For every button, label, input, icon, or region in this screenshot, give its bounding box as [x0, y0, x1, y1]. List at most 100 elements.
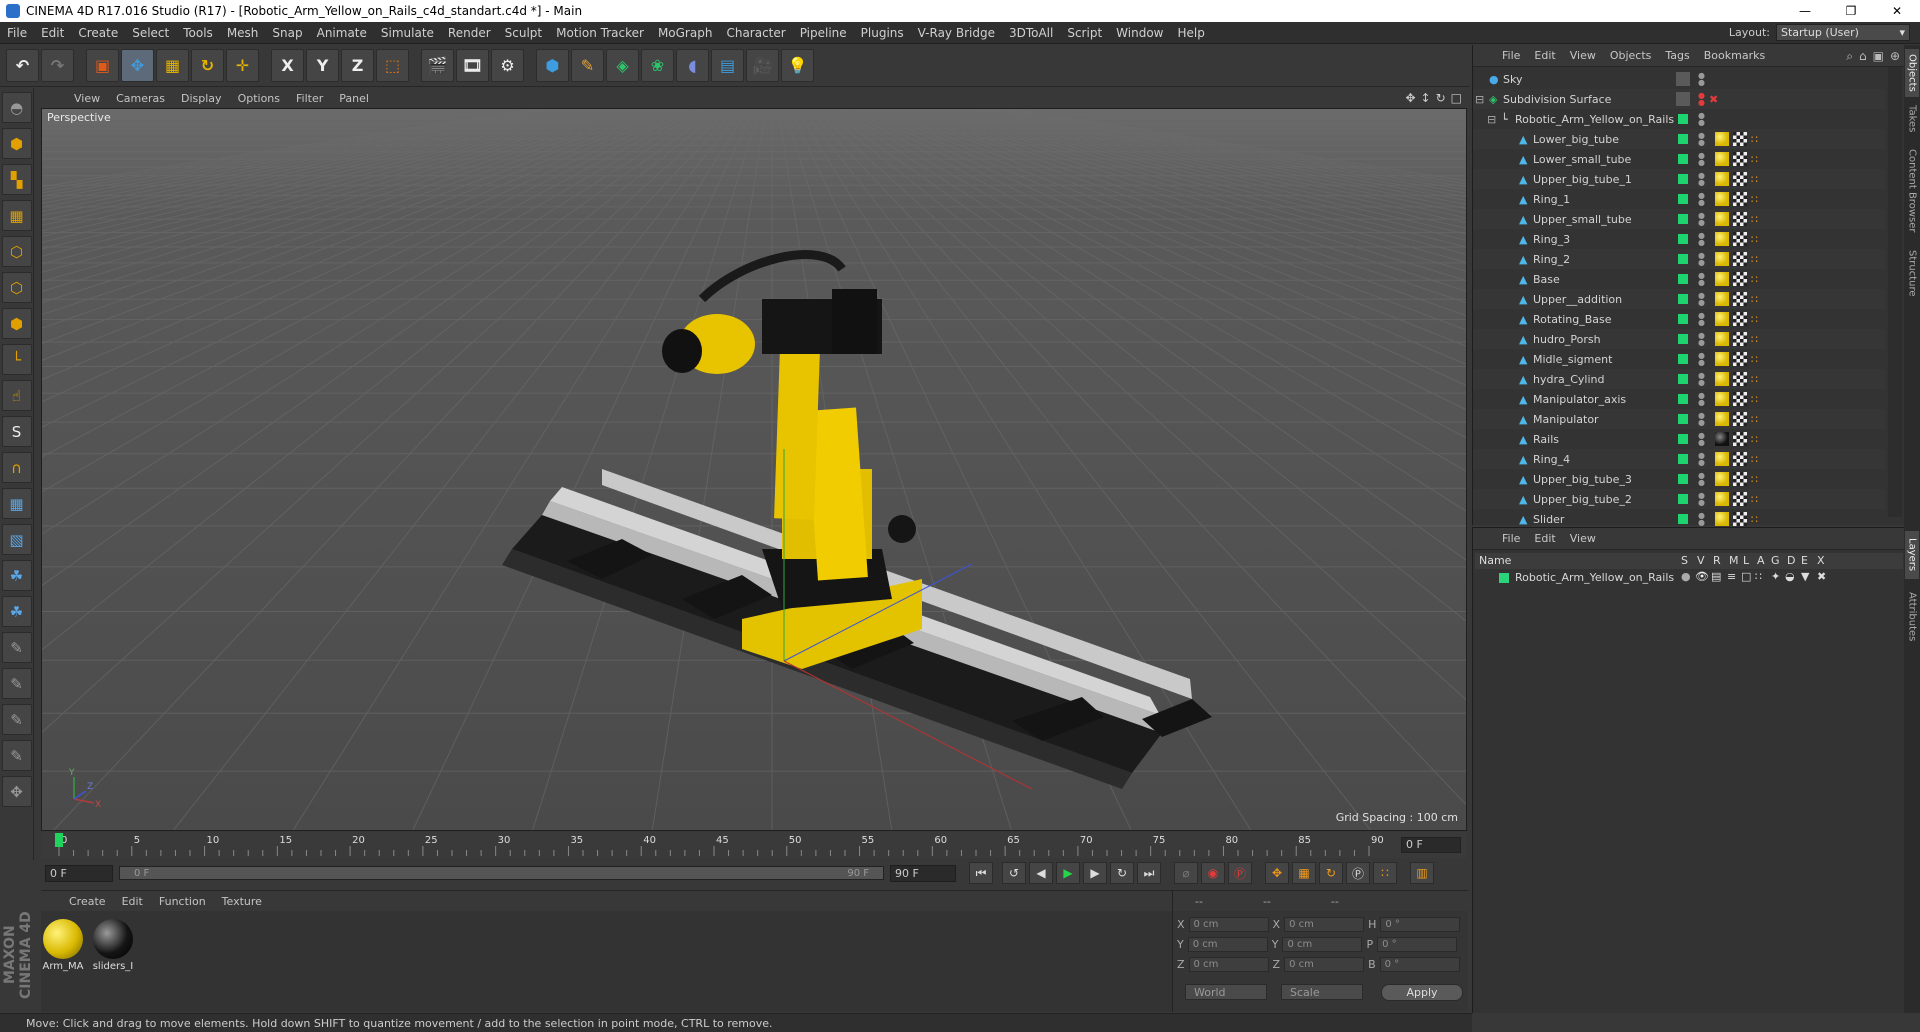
- layer-color-indicator[interactable]: [1678, 434, 1688, 444]
- current-frame-box[interactable]: 0 F: [1401, 837, 1461, 853]
- material-tag-icon[interactable]: [1715, 432, 1729, 446]
- deformer-icon[interactable]: ◖: [676, 49, 709, 82]
- position-x-field[interactable]: 0 cm: [1188, 917, 1269, 932]
- layer-col-v[interactable]: V: [1697, 554, 1705, 567]
- menu-file[interactable]: File: [0, 26, 34, 40]
- previous-keyframe-icon[interactable]: ↺: [1002, 862, 1026, 884]
- material-tag-icon[interactable]: [1715, 312, 1729, 326]
- object-name[interactable]: Ring_3: [1533, 233, 1570, 246]
- material-tag-icon[interactable]: [1715, 372, 1729, 386]
- layer-color-indicator[interactable]: [1678, 494, 1688, 504]
- model-mode-icon[interactable]: ⬢: [1, 128, 32, 159]
- layer-color-indicator[interactable]: [1678, 234, 1688, 244]
- layermenu-edit[interactable]: Edit: [1527, 532, 1562, 545]
- layer-manager-icon[interactable]: ≡: [1727, 570, 1736, 583]
- object-name[interactable]: Upper_big_tube_2: [1533, 493, 1632, 506]
- object-row[interactable]: ▲ Lower_big_tube ● ● ∷: [1473, 129, 1885, 149]
- object-name[interactable]: Rotating_Base: [1533, 313, 1612, 326]
- viewport-menu-filter[interactable]: Filter: [288, 92, 331, 105]
- polygons-mode-icon[interactable]: ⬢: [1, 308, 32, 339]
- layer-name[interactable]: Robotic_Arm_Yellow_on_Rails: [1515, 571, 1674, 584]
- material-menu-edit[interactable]: Edit: [114, 895, 151, 908]
- viewport-menu-options[interactable]: Options: [230, 92, 288, 105]
- phong-tag-icon[interactable]: ∷: [1751, 353, 1758, 366]
- layer-slot-icon[interactable]: [1676, 92, 1690, 106]
- material-tag-icon[interactable]: [1715, 332, 1729, 346]
- visibility-dots-icon[interactable]: ● ●: [1698, 252, 1705, 267]
- material-tag-icon[interactable]: [1715, 272, 1729, 286]
- layer-color-indicator[interactable]: [1678, 334, 1688, 344]
- menu-3dtoall[interactable]: 3DToAll: [1002, 26, 1060, 40]
- floor-icon[interactable]: ▤: [711, 49, 744, 82]
- sculpt-brush-icon[interactable]: ✎: [1, 632, 32, 663]
- phong-tag-icon[interactable]: ∷: [1751, 333, 1758, 346]
- frame-range-slider[interactable]: 0 F 90 F: [119, 866, 884, 880]
- solo-icon[interactable]: S: [1, 416, 32, 447]
- menu-snap[interactable]: Snap: [265, 26, 309, 40]
- menu-plugins[interactable]: Plugins: [854, 26, 911, 40]
- layer-color-indicator[interactable]: [1678, 414, 1688, 424]
- layer-color-indicator[interactable]: [1678, 134, 1688, 144]
- material-tag-icon[interactable]: [1715, 152, 1729, 166]
- maximize-view-icon[interactable]: □: [1451, 91, 1462, 105]
- edit-render-settings-icon[interactable]: ⚙: [491, 49, 524, 82]
- rotation-h-field[interactable]: 0 °: [1380, 917, 1461, 932]
- visibility-dots-icon[interactable]: ● ●: [1698, 152, 1705, 167]
- texture-tag-icon[interactable]: [1733, 392, 1747, 406]
- material-tag-icon[interactable]: [1715, 192, 1729, 206]
- viewport-menu-view[interactable]: View: [66, 92, 108, 105]
- cube-icon[interactable]: ⬢: [536, 49, 569, 82]
- texture-tag-icon[interactable]: [1733, 192, 1747, 206]
- material-menu-function[interactable]: Function: [151, 895, 214, 908]
- menu-mograph[interactable]: MoGraph: [651, 26, 720, 40]
- end-frame-field[interactable]: 90 F: [890, 864, 956, 882]
- layer-col-l[interactable]: L: [1743, 554, 1749, 567]
- object-name[interactable]: Lower_small_tube: [1533, 153, 1631, 166]
- scale-icon[interactable]: ▦: [156, 49, 189, 82]
- layer-row[interactable]: Robotic_Arm_Yellow_on_Rails ● 👁 ▤ ≡ □ ∷ …: [1475, 570, 1903, 587]
- object-name[interactable]: Upper_small_tube: [1533, 213, 1632, 226]
- object-list-scrollbar[interactable]: [1888, 67, 1902, 517]
- position-key-icon[interactable]: ✥: [1265, 862, 1289, 884]
- object-name[interactable]: Robotic_Arm_Yellow_on_Rails: [1515, 113, 1674, 126]
- point-level-animation-icon[interactable]: ∷: [1373, 862, 1397, 884]
- layer-solo-icon[interactable]: ●: [1681, 570, 1691, 583]
- search-icon[interactable]: ⌕: [1846, 49, 1853, 64]
- layer-xref-icon[interactable]: ✖: [1817, 570, 1826, 583]
- material-tag-icon[interactable]: [1715, 132, 1729, 146]
- phong-tag-icon[interactable]: ∷: [1751, 473, 1758, 486]
- layer-col-s[interactable]: S: [1681, 554, 1688, 567]
- layer-col-e[interactable]: E: [1801, 554, 1808, 567]
- subdivision-icon[interactable]: ◈: [606, 49, 639, 82]
- x-axis-icon[interactable]: X: [271, 49, 304, 82]
- layer-color-indicator[interactable]: [1678, 374, 1688, 384]
- snap-magnet-icon[interactable]: ∩: [1, 452, 32, 483]
- layer-color-indicator[interactable]: [1678, 314, 1688, 324]
- visibility-dots-icon[interactable]: ● ●: [1698, 132, 1705, 147]
- object-row[interactable]: ▲ Upper_big_tube_1 ● ● ∷: [1473, 169, 1885, 189]
- object-row[interactable]: ▲ Manipulator_axis ● ● ∷: [1473, 389, 1885, 409]
- object-row[interactable]: ⊟ └ Robotic_Arm_Yellow_on_Rails ● ●: [1473, 109, 1885, 129]
- object-row[interactable]: ▲ Base ● ● ∷: [1473, 269, 1885, 289]
- next-keyframe-icon[interactable]: ↻: [1110, 862, 1134, 884]
- maximize-icon[interactable]: ❐: [1828, 0, 1874, 22]
- live-selection-icon[interactable]: ▣: [86, 49, 119, 82]
- texture-tag-icon[interactable]: [1733, 412, 1747, 426]
- material-tag-icon[interactable]: [1715, 412, 1729, 426]
- go-to-end-icon[interactable]: ⏭: [1137, 862, 1161, 884]
- object-name[interactable]: Upper__addition: [1533, 293, 1622, 306]
- material-tag-icon[interactable]: [1715, 212, 1729, 226]
- material-tag-icon[interactable]: [1715, 232, 1729, 246]
- layer-color-swatch[interactable]: [1499, 573, 1509, 583]
- visibility-dots-icon[interactable]: ● ●: [1698, 332, 1705, 347]
- layermenu-file[interactable]: File: [1495, 532, 1527, 545]
- material-tag-icon[interactable]: [1715, 512, 1729, 526]
- layermenu-view[interactable]: View: [1563, 532, 1603, 545]
- rotate-icon[interactable]: ↻: [191, 49, 224, 82]
- object-row[interactable]: ▲ Manipulator ● ● ∷: [1473, 409, 1885, 429]
- rotation-b-field[interactable]: 0 °: [1379, 957, 1460, 972]
- menu-help[interactable]: Help: [1170, 26, 1211, 40]
- layer-deformers-icon[interactable]: ◒: [1785, 570, 1795, 583]
- phong-tag-icon[interactable]: ∷: [1751, 173, 1758, 186]
- apply-button[interactable]: Apply: [1381, 984, 1463, 1001]
